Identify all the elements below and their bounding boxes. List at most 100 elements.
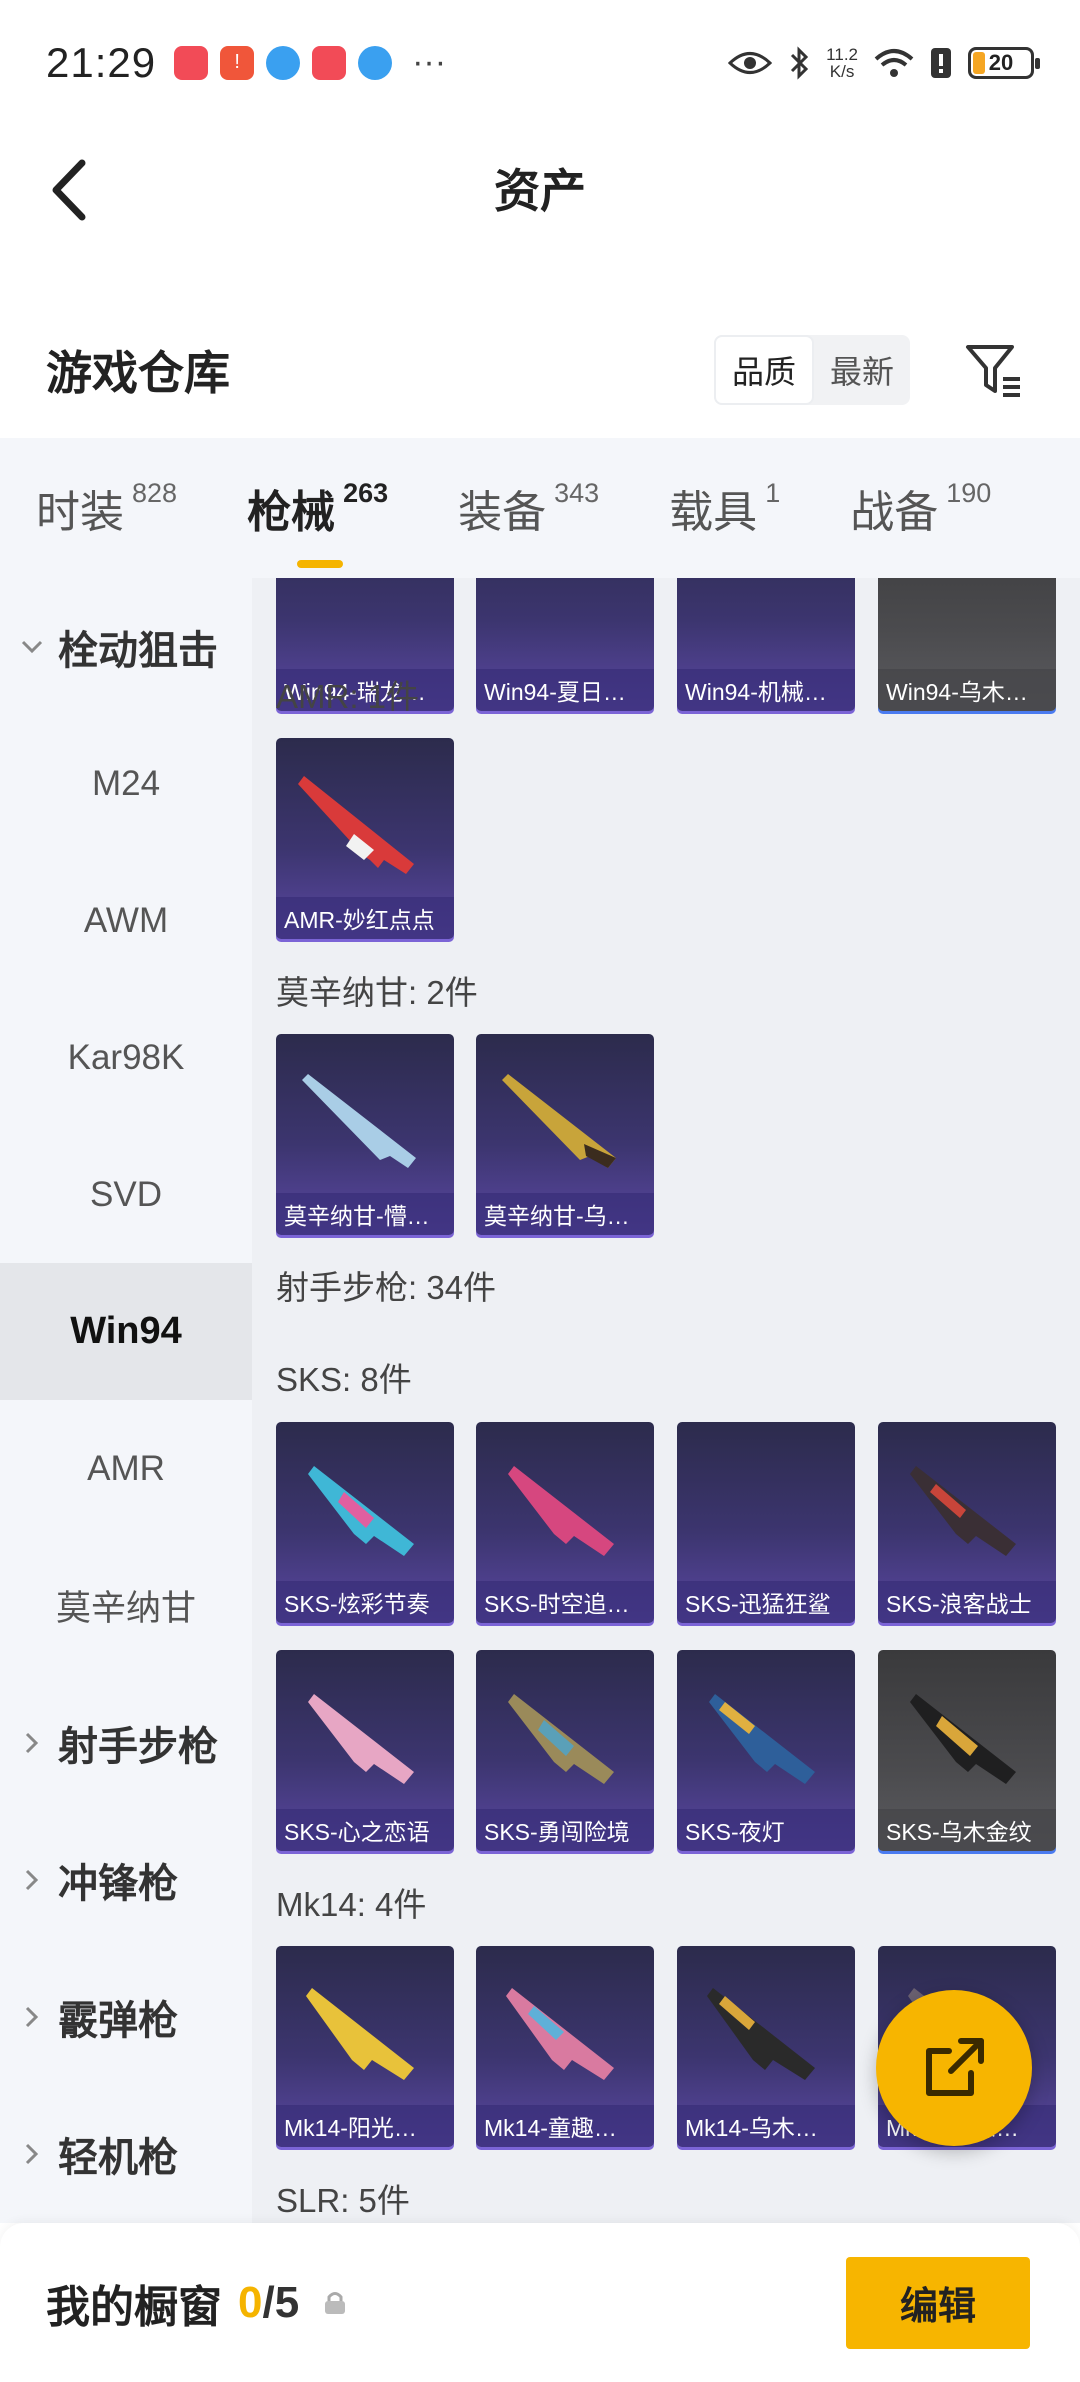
weapon-card-name: Mk14-乌木… [677, 2105, 855, 2147]
weapon-card[interactable]: Win94-机械… [677, 578, 855, 711]
weapon-card-name: 莫辛纳甘-乌… [476, 1193, 654, 1235]
weapon-card-name: Win94-机械… [677, 669, 855, 711]
tab-firearms[interactable]: 枪械 263 [247, 476, 388, 568]
tab-label: 时装 [36, 488, 124, 537]
tab-count: 343 [554, 478, 600, 508]
rifle-icon [306, 1988, 414, 2080]
sidebar-item-dmr[interactable]: 射手步枪 [0, 1674, 252, 1811]
weapon-card-name: SKS-勇闯险境 [476, 1809, 654, 1851]
sidebar-item-smg[interactable]: 冲锋枪 [0, 1811, 252, 1948]
rifle-icon [502, 1074, 616, 1168]
weapon-card[interactable]: SKS-勇闯险境 [476, 1650, 654, 1851]
weapon-card[interactable]: Mk14-童趣… [476, 1946, 654, 2147]
rifle-icon [308, 1466, 414, 1556]
sidebar-item-label: 轻机枪 [58, 2135, 178, 2180]
network-speed: 11.2 K/s [826, 46, 858, 80]
tab-fashion[interactable]: 时装 828 [36, 476, 177, 540]
group-label-sks: SKS: 8件 [276, 1361, 412, 1398]
sidebar-item-svd[interactable]: SVD [0, 1126, 252, 1263]
sort-quality-button[interactable]: 品质 [713, 335, 814, 405]
weapon-card[interactable]: Win94-乌木… [878, 578, 1056, 711]
weapon-card[interactable]: SKS-心之恋语 [276, 1650, 454, 1851]
group-label-slr: SLR: 5件 [276, 2182, 410, 2219]
page-title: 资产 [494, 164, 586, 217]
weapon-card[interactable]: AMR-妙红点点 [276, 738, 454, 939]
weapon-card-name: AMR-妙红点点 [276, 897, 454, 939]
weapon-card-name: 莫辛纳甘-懵… [276, 1193, 454, 1235]
chevron-right-icon [20, 2142, 44, 2166]
sidebar-item-awm[interactable]: AWM [0, 852, 252, 989]
speed-unit: K/s [829, 61, 855, 81]
edit-button[interactable]: 编辑 [846, 2256, 1030, 2349]
rifle-icon [508, 1694, 614, 1784]
tab-battle-gear[interactable]: 战备 190 [850, 476, 991, 540]
sidebar-item-mosin[interactable]: 莫辛纳甘 [0, 1537, 252, 1674]
sidebar-item-m24[interactable]: M24 [0, 715, 252, 852]
weapon-card[interactable]: SKS-时空追… [476, 1422, 654, 1623]
weapon-card[interactable]: 莫辛纳甘-懵… [276, 1034, 454, 1235]
weapon-card-name: SKS-乌木金纹 [878, 1809, 1056, 1851]
filter-button[interactable] [964, 340, 1024, 400]
tab-count: 828 [132, 478, 178, 508]
weapon-card[interactable]: SKS-夜灯 [677, 1650, 855, 1851]
back-button[interactable] [38, 155, 98, 225]
top-header: 资产 [0, 125, 1080, 250]
weapon-card-name: Win94-夏日… [476, 669, 654, 711]
share-button[interactable] [876, 1990, 1032, 2146]
group-label-mosin: 莫辛纳甘: 2件 [276, 974, 478, 1011]
group-label-mk14: Mk14: 4件 [276, 1886, 427, 1923]
weapon-card[interactable]: Win94-夏日… [476, 578, 654, 711]
sidebar-item-shotgun[interactable]: 霰弹枪 [0, 1948, 252, 2085]
lock-icon [321, 2289, 349, 2317]
sidebar-item-lmg[interactable]: 轻机枪 [0, 2085, 252, 2222]
chevron-left-icon [52, 159, 86, 221]
rifle-icon [707, 1988, 815, 2080]
category-tabs: 时装 828 枪械 263 装备 343 载具 1 战备 190 [0, 438, 1080, 578]
sidebar-item-kar98k[interactable]: Kar98K [0, 989, 252, 1126]
chevron-down-icon [20, 635, 44, 659]
rifle-icon [910, 1466, 1016, 1556]
browser-app-icon-2 [358, 45, 393, 80]
weapon-card-name: SKS-炫彩节奏 [276, 1581, 454, 1623]
showcase-label: 我的橱窗 [46, 2282, 222, 2332]
weapon-card[interactable]: Mk14-乌木… [677, 1946, 855, 2147]
sidebar-item-amr[interactable]: AMR [0, 1400, 252, 1537]
weapon-card-name: SKS-夜灯 [677, 1809, 855, 1851]
weapon-grid: Win94-瑞龙… Win94-夏日… Win94-机械… Win94-乌木… … [252, 578, 1080, 2223]
sort-latest-button[interactable]: 最新 [814, 335, 910, 405]
weapon-card[interactable]: SKS-炫彩节奏 [276, 1422, 454, 1623]
weapon-card[interactable]: SKS-浪客战士 [878, 1422, 1056, 1623]
tab-label: 战备 [850, 488, 939, 537]
group-label-dmr: 射手步枪: 34件 [276, 1269, 497, 1306]
sidebar-item-bolt-action[interactable]: 栓动狙击 [0, 578, 252, 715]
sidebar-item-win94[interactable]: Win94 [0, 1263, 252, 1400]
rifle-icon [508, 1466, 614, 1556]
tab-equipment[interactable]: 装备 343 [458, 476, 599, 540]
tab-vehicles[interactable]: 载具 1 [669, 476, 780, 540]
notification-app-icon: ! [220, 45, 255, 80]
sidebar-item-label: 霰弹枪 [58, 1998, 178, 2043]
bluetooth-icon [791, 45, 809, 80]
speed-value: 11.2 [826, 44, 858, 64]
showcase-bar: 我的橱窗 0/5 编辑 [0, 2223, 1080, 2382]
tab-label: 装备 [458, 488, 547, 537]
sort-toggle: 品质 最新 [713, 335, 910, 405]
weapon-card[interactable]: SKS-乌木金纹 [878, 1650, 1056, 1851]
weapon-card[interactable]: Mk14-阳光… [276, 1946, 454, 2147]
weapon-card[interactable]: SKS-迅猛狂鲨 [677, 1422, 855, 1623]
tab-count: 190 [946, 478, 992, 508]
status-bar: 21:29 ! ··· 11.2 K/s 20 [0, 0, 1080, 125]
shopping-app-icon-2 [312, 45, 347, 80]
weapon-card[interactable]: 莫辛纳甘-乌… [476, 1034, 654, 1235]
sidebar-item-label: 射手步枪 [58, 1724, 218, 1769]
showcase-total: /5 [262, 2277, 300, 2327]
battery-icon: 20 [968, 46, 1040, 79]
tab-count: 1 [765, 478, 781, 508]
tab-label: 枪械 [247, 488, 336, 537]
showcase-current: 0 [238, 2277, 263, 2327]
sidebar-item-label: 栓动狙击 [58, 628, 218, 673]
rifle-icon [709, 1694, 815, 1784]
weapon-card-name: SKS-心之恋语 [276, 1809, 454, 1851]
weapon-type-sidebar: 栓动狙击 M24 AWM Kar98K SVD Win94 AMR 莫辛纳甘 射… [0, 578, 252, 2223]
chevron-right-icon [20, 2005, 44, 2029]
